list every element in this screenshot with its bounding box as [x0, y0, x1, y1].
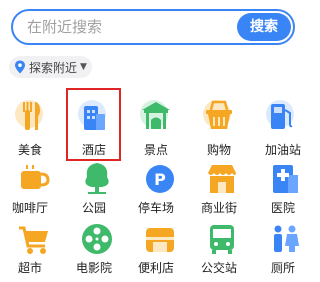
explore-nearby-label: 探索附近 — [29, 60, 78, 75]
svg-text:P: P — [154, 170, 166, 189]
category-label: 公交站 — [200, 261, 237, 275]
tree-icon — [77, 161, 117, 201]
explore-nearby-dropdown[interactable]: 探索附近 ▼ — [9, 56, 92, 78]
pavilion-icon — [136, 96, 176, 136]
film-reel-icon — [77, 222, 117, 262]
category-label: 商业街 — [200, 201, 237, 215]
category-label: 便利店 — [137, 261, 174, 275]
category-label: 公园 — [81, 201, 106, 215]
fork-knife-icon — [11, 96, 51, 136]
coffee-cup-icon — [14, 161, 54, 201]
category-label: 景点 — [143, 143, 168, 157]
shopping-basket-icon — [199, 96, 239, 136]
category-label: 购物 — [206, 143, 231, 157]
category-label: 医院 — [270, 201, 295, 215]
category-label: 停车场 — [137, 201, 174, 215]
convenience-store-icon — [140, 222, 180, 262]
shopping-cart-icon — [14, 222, 54, 262]
category-label: 加油站 — [264, 143, 301, 157]
hospital-icon — [265, 161, 305, 201]
storefront-icon — [202, 161, 242, 201]
search-button[interactable]: 搜索 — [237, 13, 291, 41]
gas-pump-icon — [262, 96, 302, 136]
category-label: 咖啡厅 — [11, 201, 48, 215]
category-label: 电影院 — [75, 261, 112, 275]
location-pin-icon — [15, 60, 25, 74]
selection-highlight — [66, 88, 121, 161]
category-label: 超市 — [17, 261, 42, 275]
bus-icon — [202, 222, 242, 262]
category-label: 厕所 — [270, 261, 295, 275]
category-label: 美食 — [17, 143, 42, 157]
search-bar[interactable]: 搜索 — [11, 9, 295, 45]
search-input[interactable] — [27, 11, 227, 43]
restroom-icon — [265, 222, 305, 262]
chevron-down-icon: ▼ — [80, 62, 87, 72]
parking-icon: P — [140, 163, 180, 203]
